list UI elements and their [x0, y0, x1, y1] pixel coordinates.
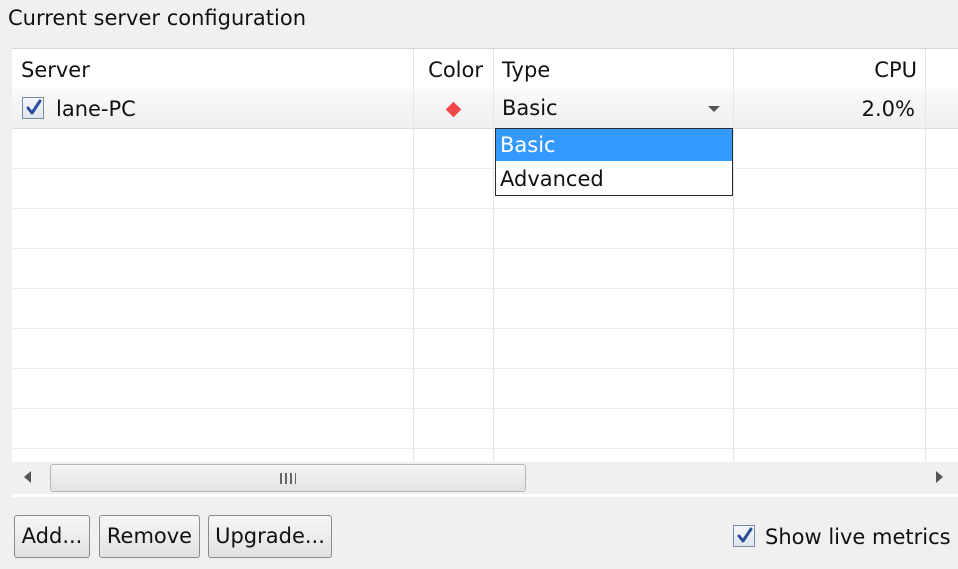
row-enabled-checkbox[interactable]: [22, 97, 44, 119]
cpu-cell: 2.0%: [734, 89, 926, 129]
color-cell[interactable]: [414, 89, 494, 129]
checkmark-icon: [26, 99, 42, 115]
table-row-empty: [12, 409, 958, 449]
table-header: Server Color Type CPU: [12, 49, 958, 90]
dropdown-option-basic[interactable]: Basic: [496, 129, 732, 161]
group-title: Current server configuration: [8, 6, 306, 30]
table-row-empty: [12, 329, 958, 369]
type-dropdown-list: Basic Advanced: [495, 128, 733, 196]
show-live-metrics-label: Show live metrics: [765, 525, 951, 549]
remove-button[interactable]: Remove: [99, 515, 200, 558]
checkmark-icon: [737, 527, 753, 543]
column-header-server[interactable]: Server: [12, 49, 414, 89]
scrollbar-thumb[interactable]: [50, 464, 526, 492]
show-live-metrics-checkbox[interactable]: [733, 525, 755, 547]
table-row-empty: [12, 449, 958, 463]
server-cell: lane-PC: [12, 89, 414, 129]
chevron-down-icon[interactable]: [708, 106, 720, 112]
upgrade-button[interactable]: Upgrade...: [208, 515, 332, 558]
grip-icon: [280, 473, 296, 484]
table-row-empty: [12, 169, 958, 209]
scroll-left-icon[interactable]: [24, 471, 31, 483]
horizontal-scrollbar[interactable]: [12, 462, 958, 494]
scroll-right-icon[interactable]: [936, 471, 943, 483]
cpu-value: 2.0%: [861, 97, 915, 121]
filler-cell: [926, 89, 958, 129]
server-name: lane-PC: [56, 97, 136, 121]
table-row-empty: [12, 289, 958, 329]
column-header-cpu[interactable]: CPU: [734, 49, 926, 89]
table-row-empty: [12, 249, 958, 289]
type-combobox[interactable]: Basic: [494, 89, 734, 129]
table-row-empty: [12, 209, 958, 249]
column-header-filler: [926, 49, 958, 89]
table-row[interactable]: lane-PC Basic 2.0%: [12, 89, 958, 129]
table-row-empty: [12, 369, 958, 409]
color-swatch-diamond-icon: [445, 101, 462, 118]
add-button[interactable]: Add...: [14, 515, 90, 558]
table-row-empty: [12, 129, 958, 169]
server-table: Server Color Type CPU lane-PC Basic 2.0%: [12, 48, 958, 497]
column-header-type[interactable]: Type: [494, 49, 734, 89]
column-header-color[interactable]: Color: [414, 49, 494, 89]
type-value: Basic: [502, 96, 558, 120]
dropdown-option-advanced[interactable]: Advanced: [496, 163, 732, 195]
